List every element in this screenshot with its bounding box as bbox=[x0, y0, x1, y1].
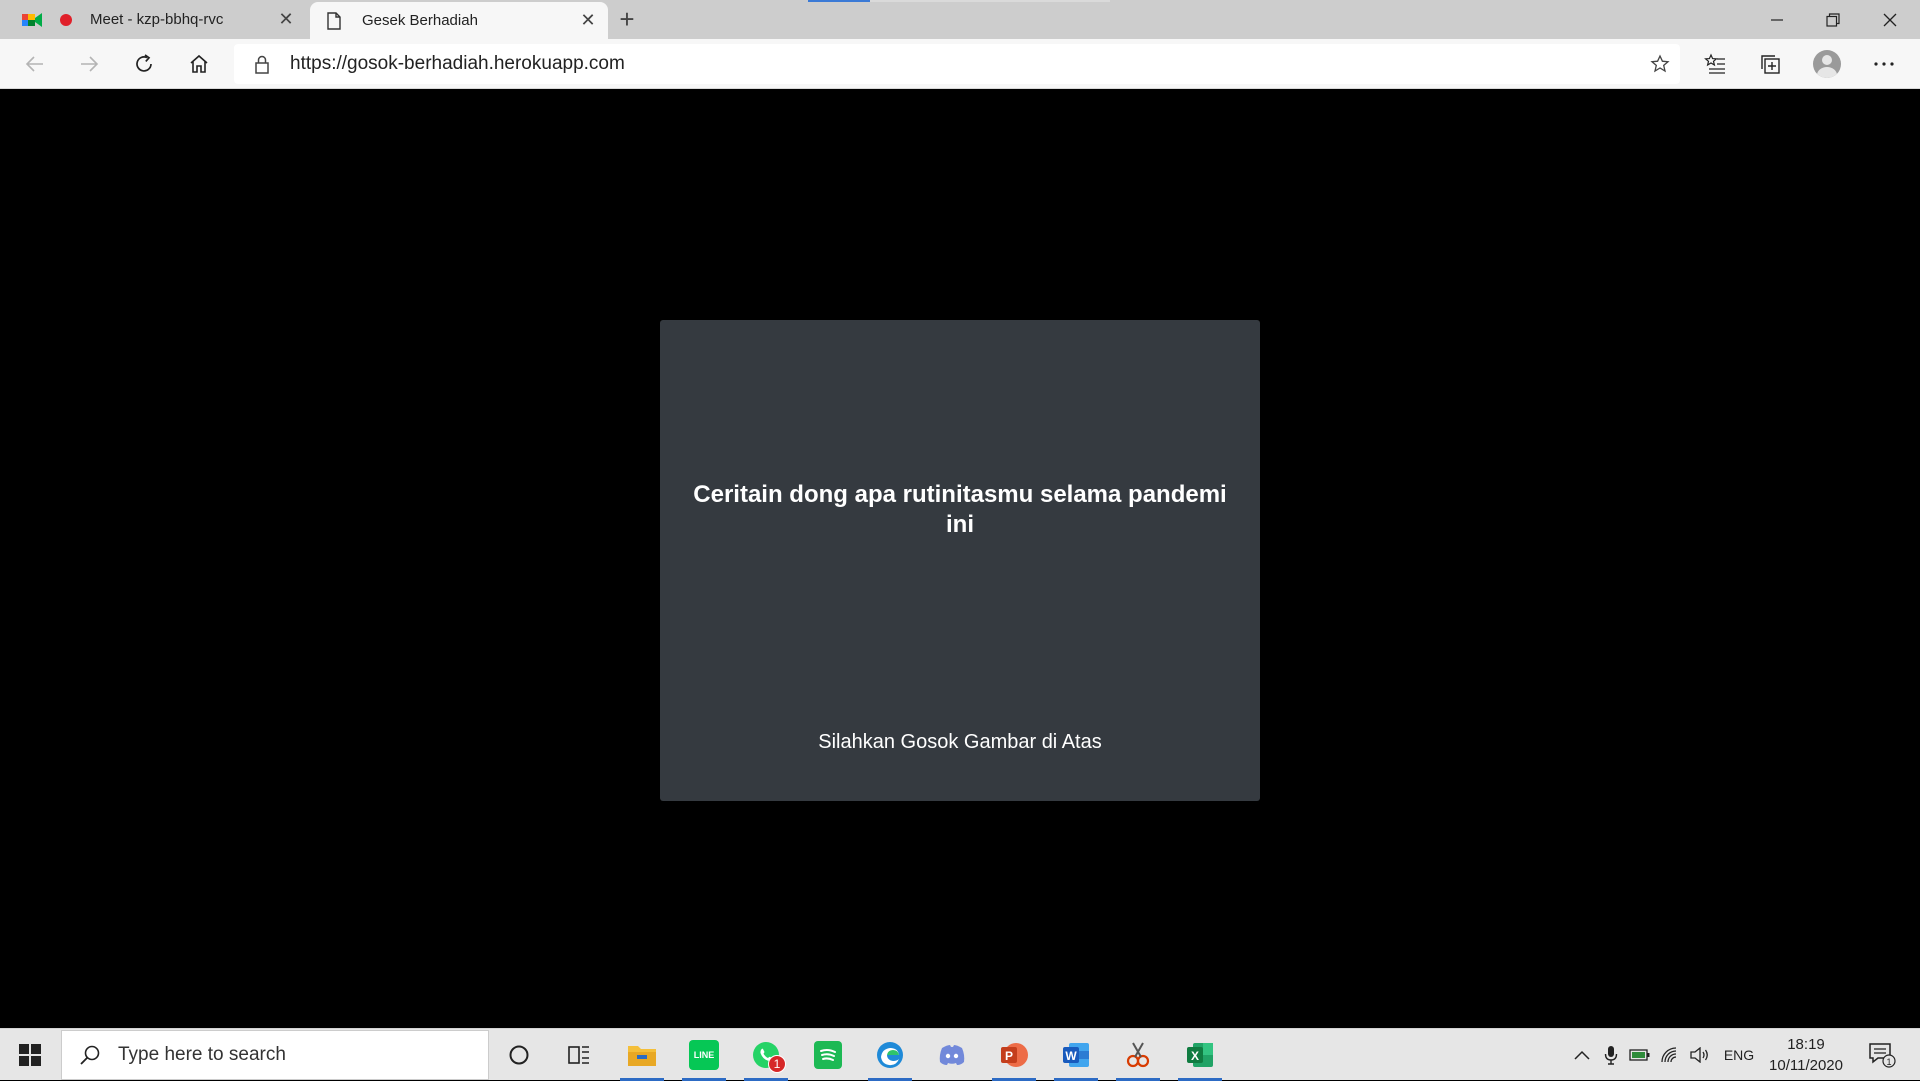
browser-toolbar: https://gosok-berhadiah.herokuapp.com bbox=[0, 39, 1920, 89]
tab-meet[interactable]: Meet - kzp-bbhq-rvc ✕ bbox=[8, 0, 306, 39]
input-language[interactable]: ENG bbox=[1718, 1029, 1760, 1081]
notification-badge: 1 bbox=[768, 1055, 786, 1073]
back-button[interactable] bbox=[16, 45, 54, 83]
microphone-icon[interactable] bbox=[1598, 1029, 1624, 1081]
svg-text:W: W bbox=[1065, 1049, 1077, 1063]
question-text: Ceritain dong apa rutinitasmu selama pan… bbox=[693, 481, 1227, 538]
scratch-card[interactable]: Ceritain dong apa rutinitasmu selama pan… bbox=[660, 320, 1260, 801]
tab-close-button[interactable]: ✕ bbox=[272, 6, 300, 34]
cortana-icon[interactable] bbox=[489, 1029, 549, 1081]
address-bar[interactable]: https://gosok-berhadiah.herokuapp.com bbox=[234, 44, 1680, 84]
task-view-icon[interactable] bbox=[549, 1029, 609, 1081]
new-tab-button[interactable]: + bbox=[612, 4, 642, 34]
file-explorer-icon[interactable] bbox=[612, 1029, 672, 1081]
whatsapp-icon[interactable]: 1 bbox=[736, 1029, 796, 1081]
restore-button[interactable] bbox=[1805, 0, 1861, 39]
more-menu-icon[interactable] bbox=[1865, 45, 1903, 83]
spotify-icon[interactable] bbox=[798, 1029, 858, 1081]
discord-icon[interactable] bbox=[922, 1029, 982, 1081]
search-icon bbox=[78, 1044, 102, 1066]
system-clock[interactable]: 18:19 10/11/2020 bbox=[1764, 1034, 1848, 1076]
line-app-icon[interactable]: LINE bbox=[674, 1029, 734, 1081]
google-meet-icon bbox=[22, 10, 42, 30]
svg-text:P: P bbox=[1005, 1049, 1013, 1063]
favorites-icon[interactable] bbox=[1696, 45, 1734, 83]
excel-icon[interactable]: X bbox=[1170, 1029, 1230, 1081]
url-text[interactable]: https://gosok-berhadiah.herokuapp.com bbox=[290, 53, 1640, 75]
show-hidden-icons-chevron-icon[interactable] bbox=[1568, 1029, 1596, 1081]
favorite-star-icon[interactable] bbox=[1640, 54, 1680, 74]
collections-icon[interactable] bbox=[1752, 45, 1790, 83]
svg-text:X: X bbox=[1191, 1049, 1199, 1063]
minimize-button[interactable] bbox=[1749, 0, 1805, 39]
close-window-button[interactable] bbox=[1862, 0, 1918, 39]
recording-indicator bbox=[60, 13, 72, 26]
forward-button[interactable] bbox=[70, 45, 108, 83]
search-placeholder: Type here to search bbox=[118, 1044, 286, 1065]
volume-icon[interactable] bbox=[1686, 1029, 1714, 1081]
profile-avatar[interactable] bbox=[1813, 50, 1841, 78]
taskbar: Type here to search LINE 1 P W X ENG 18:… bbox=[0, 1028, 1920, 1081]
edge-browser-icon[interactable] bbox=[860, 1029, 920, 1081]
tab-close-button[interactable]: ✕ bbox=[574, 7, 602, 35]
snipping-tool-icon[interactable] bbox=[1108, 1029, 1168, 1081]
tab-title: Gesek Berhadiah bbox=[362, 12, 478, 29]
battery-icon[interactable] bbox=[1626, 1029, 1654, 1081]
powerpoint-icon[interactable]: P bbox=[984, 1029, 1044, 1081]
loading-bar bbox=[808, 0, 1110, 2]
tab-gesek-berhadiah[interactable]: Gesek Berhadiah ✕ bbox=[310, 2, 608, 39]
svg-text:1: 1 bbox=[1886, 1057, 1891, 1067]
lock-icon[interactable] bbox=[252, 54, 272, 74]
home-button[interactable] bbox=[180, 45, 218, 83]
windows-start-button[interactable] bbox=[0, 1029, 60, 1081]
notification-center-icon[interactable]: 1 bbox=[1862, 1029, 1902, 1081]
page-icon bbox=[324, 11, 344, 31]
word-icon[interactable]: W bbox=[1046, 1029, 1106, 1081]
tab-strip: Meet - kzp-bbhq-rvc ✕ Gesek Berhadiah ✕ … bbox=[0, 0, 1920, 39]
tab-title: Meet - kzp-bbhq-rvc bbox=[90, 11, 224, 28]
clock-time: 18:19 bbox=[1787, 1036, 1825, 1053]
wifi-icon[interactable] bbox=[1656, 1029, 1684, 1081]
refresh-button[interactable] bbox=[125, 45, 163, 83]
taskbar-search[interactable]: Type here to search bbox=[61, 1030, 489, 1080]
scratch-hint: Silahkan Gosok Gambar di Atas bbox=[818, 731, 1102, 753]
clock-date: 10/11/2020 bbox=[1769, 1057, 1843, 1074]
page-content: Ceritain dong apa rutinitasmu selama pan… bbox=[0, 90, 1920, 1028]
